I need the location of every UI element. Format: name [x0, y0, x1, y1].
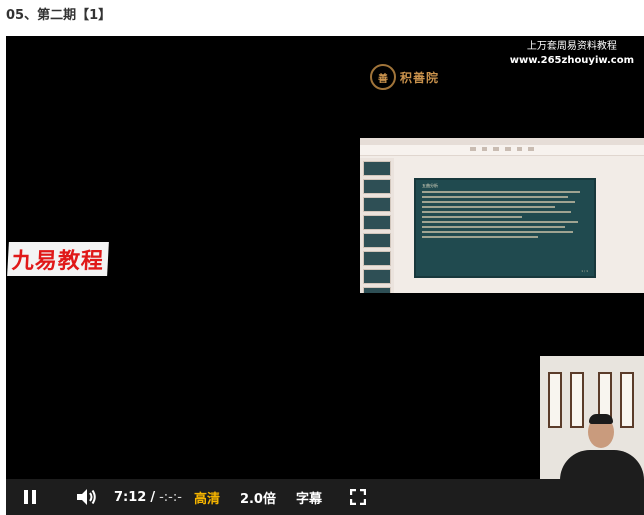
- fullscreen-icon[interactable]: [350, 489, 366, 505]
- time-separator: /: [150, 489, 156, 505]
- slide-thumb: [363, 197, 391, 212]
- wall-scroll: [620, 372, 634, 428]
- slide-thumb: [363, 161, 391, 176]
- volume-icon[interactable]: [76, 488, 98, 506]
- subtitles-button[interactable]: 字幕: [296, 488, 322, 507]
- ppt-toolbar: [360, 145, 644, 156]
- slideshow-screen: 五曲分析 1 / 1: [360, 138, 644, 293]
- video-player[interactable]: 上万套周易资料教程 www.265zhouyiw.com 善 积善院 九易教程 …: [6, 36, 644, 515]
- slide-page-indicator: 1 / 1: [581, 269, 588, 273]
- slide-thumb: [363, 215, 391, 230]
- speed-button[interactable]: 2.0倍: [240, 488, 276, 507]
- watermark: 上万套周易资料教程 www.265zhouyiw.com: [510, 40, 634, 68]
- webcam-inset: [540, 356, 644, 484]
- presenter-hair: [589, 414, 613, 424]
- slide-thumb: [363, 251, 391, 266]
- overlay-label: 九易教程: [7, 242, 109, 276]
- logo-text: 积善院: [400, 70, 440, 85]
- ppt-menubar: [360, 138, 644, 145]
- logo-seal-icon: 善: [370, 64, 396, 90]
- current-slide: 五曲分析 1 / 1: [414, 178, 596, 278]
- pause-icon[interactable]: [18, 485, 42, 509]
- slide-thumb: [363, 287, 391, 293]
- player-controls: 7:12 / -:-:- 高清 2.0倍 字幕: [6, 479, 644, 515]
- brand-logo: 善 积善院: [370, 64, 439, 90]
- wall-scroll: [570, 372, 584, 428]
- slide-thumbnails: [360, 158, 394, 293]
- slide-heading: 五曲分析: [422, 183, 438, 188]
- time-display: 7:12 / -:-:-: [114, 490, 182, 505]
- wall-scroll: [548, 372, 562, 428]
- watermark-line1: 上万套周易资料教程: [526, 41, 617, 52]
- current-time: 7:12: [114, 489, 147, 505]
- slide-thumb: [363, 233, 391, 248]
- watermark-url: www.265zhouyiw.com: [509, 55, 634, 66]
- page-title: 05、第二期【1】: [6, 8, 112, 23]
- slide-thumb: [363, 269, 391, 284]
- duration: -:-:-: [159, 489, 182, 505]
- quality-button[interactable]: 高清: [194, 488, 220, 507]
- slide-thumb: [363, 179, 391, 194]
